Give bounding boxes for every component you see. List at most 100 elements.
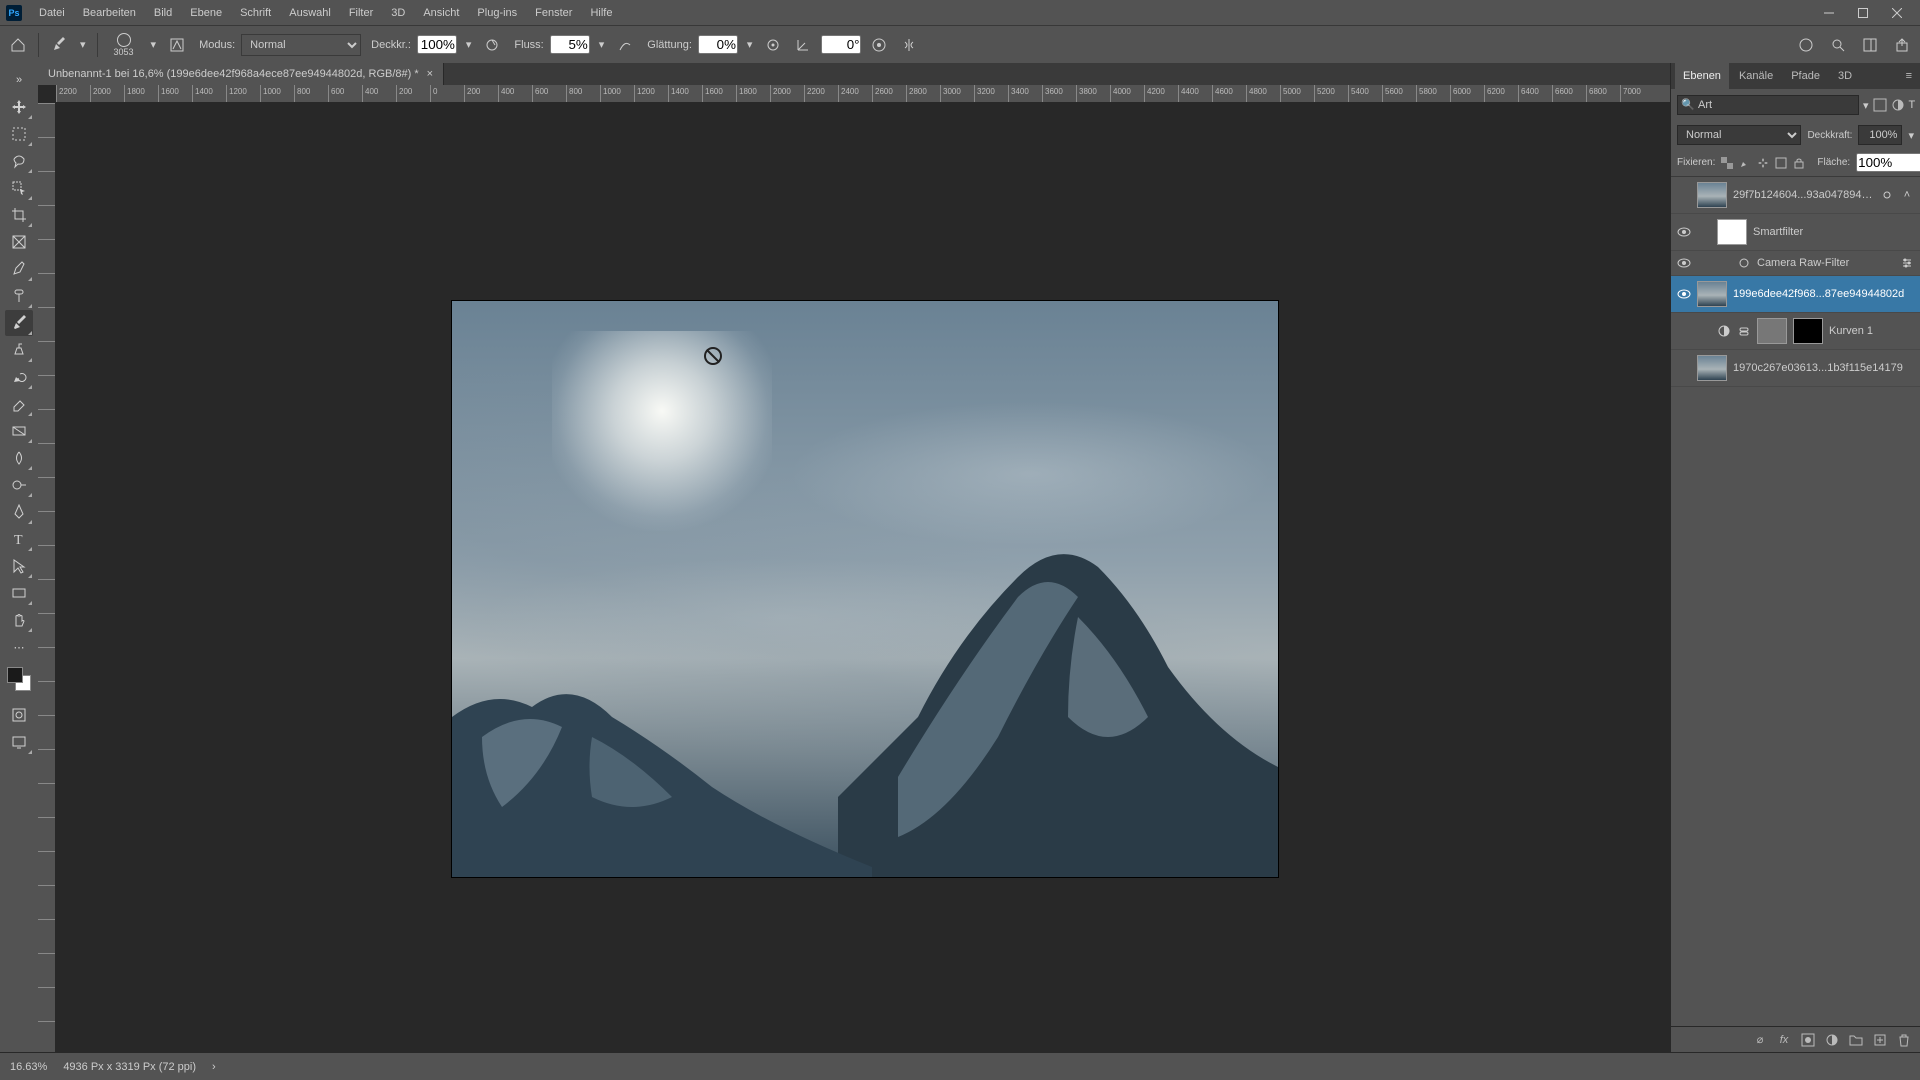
layer-name[interactable]: 29f7b124604...93a047894a38 bbox=[1733, 189, 1874, 201]
fill-input[interactable] bbox=[1856, 153, 1920, 172]
lock-position-icon[interactable] bbox=[1757, 155, 1769, 171]
layer-opacity-dropdown[interactable]: ▾ bbox=[1908, 129, 1914, 142]
layer-name[interactable]: Camera Raw-Filter bbox=[1757, 257, 1894, 269]
panel-menu-icon[interactable]: ≡ bbox=[1898, 63, 1920, 89]
layer-visibility-toggle[interactable] bbox=[1677, 324, 1691, 338]
layer-thumbnail[interactable] bbox=[1697, 355, 1727, 381]
layer-thumbnail[interactable] bbox=[1697, 182, 1727, 208]
layer-row[interactable]: 29f7b124604...93a047894a38 ˄ bbox=[1671, 177, 1920, 214]
menu-plugins[interactable]: Plug-ins bbox=[468, 7, 526, 19]
menu-filter[interactable]: Filter bbox=[340, 7, 382, 19]
tool-preset-dropdown[interactable]: ▾ bbox=[77, 38, 89, 51]
active-tool-icon[interactable] bbox=[47, 33, 71, 57]
layer-row[interactable]: 1970c267e03613...1b3f115e14179 bbox=[1671, 350, 1920, 387]
layer-group-icon[interactable] bbox=[1848, 1032, 1864, 1048]
gradient-tool[interactable] bbox=[5, 418, 33, 444]
smoothing-input[interactable] bbox=[698, 35, 738, 54]
smoothing-dropdown[interactable]: ▾ bbox=[744, 38, 756, 51]
home-button[interactable] bbox=[6, 33, 30, 57]
collapse-toolbox-icon[interactable]: » bbox=[5, 67, 33, 93]
layer-name[interactable]: Smartfilter bbox=[1753, 226, 1914, 238]
layer-style-icon[interactable]: fx bbox=[1776, 1032, 1792, 1048]
marquee-tool[interactable] bbox=[5, 121, 33, 147]
window-maximize-button[interactable] bbox=[1846, 2, 1880, 24]
menu-select[interactable]: Auswahl bbox=[280, 7, 340, 19]
document-tab[interactable]: Unbenannt-1 bei 16,6% (199e6dee42f968a4e… bbox=[38, 63, 444, 85]
tab-channels[interactable]: Kanäle bbox=[1731, 63, 1781, 89]
crop-tool[interactable] bbox=[5, 202, 33, 228]
layer-thumbnail[interactable] bbox=[1697, 281, 1727, 307]
layer-visibility-toggle[interactable] bbox=[1677, 225, 1691, 239]
layer-visibility-toggle[interactable] bbox=[1677, 256, 1691, 270]
healing-brush-tool[interactable] bbox=[5, 283, 33, 309]
layer-blend-mode-select[interactable]: Normal bbox=[1677, 125, 1801, 145]
layer-row[interactable]: 199e6dee42f968...87ee94944802d bbox=[1671, 276, 1920, 313]
quick-mask-button[interactable] bbox=[5, 702, 33, 728]
document-tab-close-icon[interactable]: × bbox=[427, 68, 433, 80]
history-brush-tool[interactable] bbox=[5, 364, 33, 390]
adjustment-layer-icon[interactable] bbox=[1824, 1032, 1840, 1048]
layer-row[interactable]: Kurven 1 bbox=[1671, 313, 1920, 350]
search-icon[interactable] bbox=[1826, 33, 1850, 57]
pen-tool[interactable] bbox=[5, 499, 33, 525]
horizontal-ruler[interactable]: 2200200018001600140012001000800600400200… bbox=[56, 85, 1670, 103]
quick-selection-tool[interactable] bbox=[5, 175, 33, 201]
status-info-dropdown[interactable]: › bbox=[212, 1061, 216, 1073]
tab-3d[interactable]: 3D bbox=[1830, 63, 1860, 89]
foreground-color-swatch[interactable] bbox=[7, 667, 23, 683]
brush-tool[interactable] bbox=[5, 310, 33, 336]
opacity-dropdown[interactable]: ▾ bbox=[463, 38, 475, 51]
color-swatches[interactable] bbox=[7, 667, 31, 691]
delete-layer-icon[interactable] bbox=[1896, 1032, 1912, 1048]
size-pressure-button[interactable] bbox=[867, 33, 891, 57]
workspace-icon[interactable] bbox=[1858, 33, 1882, 57]
menu-window[interactable]: Fenster bbox=[526, 7, 581, 19]
smart-object-link-icon[interactable] bbox=[1880, 188, 1894, 202]
layer-row[interactable]: Smartfilter bbox=[1671, 214, 1920, 251]
layer-filter-dropdown[interactable]: ▾ bbox=[1863, 99, 1869, 112]
smoothing-options-button[interactable] bbox=[761, 33, 785, 57]
layer-name[interactable]: 199e6dee42f968...87ee94944802d bbox=[1733, 288, 1914, 300]
layer-visibility-toggle[interactable] bbox=[1677, 361, 1691, 375]
brush-preset-picker[interactable]: 3053 bbox=[106, 30, 142, 60]
lock-pixels-icon[interactable] bbox=[1739, 155, 1751, 171]
filter-collapse-icon[interactable]: ˄ bbox=[1900, 188, 1914, 202]
layer-mask-icon[interactable] bbox=[1800, 1032, 1816, 1048]
lock-artboard-icon[interactable] bbox=[1775, 155, 1787, 171]
filter-adjustment-icon[interactable] bbox=[1891, 96, 1905, 114]
blend-mode-select[interactable]: Normal bbox=[241, 34, 361, 56]
layer-name[interactable]: Kurven 1 bbox=[1829, 325, 1914, 337]
brush-settings-button[interactable] bbox=[165, 33, 189, 57]
filter-pixel-icon[interactable] bbox=[1873, 96, 1887, 114]
eraser-tool[interactable] bbox=[5, 391, 33, 417]
airbrush-button[interactable] bbox=[613, 33, 637, 57]
hand-tool[interactable] bbox=[5, 607, 33, 633]
flow-input[interactable] bbox=[550, 35, 590, 54]
cloud-docs-icon[interactable] bbox=[1794, 33, 1818, 57]
menu-view[interactable]: Ansicht bbox=[414, 7, 468, 19]
angle-input[interactable] bbox=[821, 35, 861, 54]
layer-thumbnail[interactable] bbox=[1757, 318, 1787, 344]
opacity-input[interactable] bbox=[417, 35, 457, 54]
eyedropper-tool[interactable] bbox=[5, 256, 33, 282]
link-layers-icon[interactable]: ⌀ bbox=[1752, 1032, 1768, 1048]
filter-type-icon[interactable]: T bbox=[1909, 96, 1916, 114]
layer-name[interactable]: 1970c267e03613...1b3f115e14179 bbox=[1733, 362, 1914, 374]
tab-paths[interactable]: Pfade bbox=[1783, 63, 1828, 89]
lock-transparency-icon[interactable] bbox=[1721, 155, 1733, 171]
vertical-ruler[interactable] bbox=[38, 103, 56, 1052]
menu-edit[interactable]: Bearbeiten bbox=[74, 7, 145, 19]
share-icon[interactable] bbox=[1890, 33, 1914, 57]
screen-mode-button[interactable] bbox=[5, 729, 33, 755]
zoom-level[interactable]: 16.63% bbox=[10, 1061, 47, 1073]
filter-blending-options-icon[interactable] bbox=[1900, 256, 1914, 270]
layer-filter-input[interactable] bbox=[1677, 95, 1859, 115]
new-layer-icon[interactable] bbox=[1872, 1032, 1888, 1048]
brush-preset-dropdown[interactable]: ▾ bbox=[148, 38, 160, 51]
move-tool[interactable] bbox=[5, 94, 33, 120]
frame-tool[interactable] bbox=[5, 229, 33, 255]
menu-help[interactable]: Hilfe bbox=[581, 7, 621, 19]
dodge-tool[interactable] bbox=[5, 472, 33, 498]
menu-file[interactable]: Datei bbox=[30, 7, 74, 19]
menu-type[interactable]: Schrift bbox=[231, 7, 280, 19]
